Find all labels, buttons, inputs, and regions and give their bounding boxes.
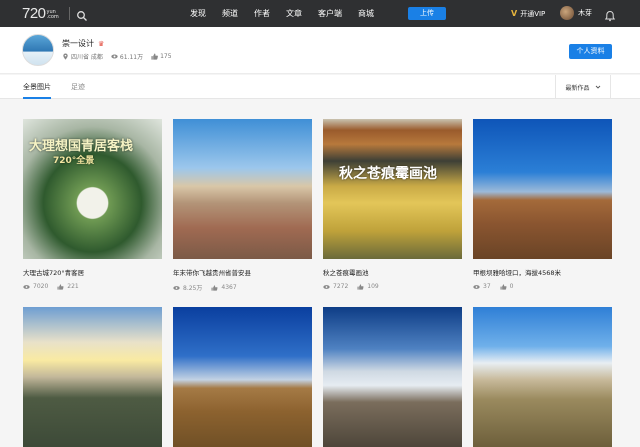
work-likes-count: 221 (67, 283, 79, 290)
work-thumbnail[interactable]: 秋之苍痕霉画池 (323, 119, 462, 259)
work-card[interactable] (173, 307, 312, 447)
work-views-count: 37 (483, 283, 491, 290)
logo-suffix: yun .com (47, 10, 59, 20)
work-card[interactable] (23, 307, 162, 447)
thumbs-up-icon (57, 283, 64, 290)
work-views-count: 7020 (33, 283, 49, 290)
vip-link[interactable]: V 开通VIP (511, 0, 545, 27)
work-thumbnail[interactable]: 大理想国青居客栈 720°全景 (23, 119, 162, 259)
thumbs-up-icon (357, 283, 364, 290)
logo-suffix-com: .com (46, 14, 59, 20)
work-likes-count: 109 (367, 283, 379, 290)
work-thumbnail[interactable] (23, 307, 162, 447)
nav-client[interactable]: 客户端 (318, 0, 342, 27)
sort-dropdown[interactable]: 最新作品 (555, 75, 611, 99)
user-menu[interactable]: 木芽 (560, 6, 592, 20)
thumbnail-caption: 720°全景 (53, 156, 95, 166)
views-count: 61.11万 (119, 54, 144, 61)
work-stats: 8.25万 4367 (173, 283, 312, 292)
nav-articles[interactable]: 文章 (286, 0, 302, 27)
main-nav: 发现 频道 作者 文章 客户端 商城 (190, 0, 390, 27)
profile-header: 崇一设计 ♛ 四川省 成都 61.11万 175 个人资料 (0, 27, 640, 74)
nav-channel[interactable]: 频道 (222, 0, 238, 27)
bell-icon[interactable] (604, 7, 616, 22)
likes-count: 175 (160, 53, 172, 60)
location-pin-icon (63, 53, 68, 60)
work-views-count: 8.25万 (183, 285, 203, 292)
thumbs-up-icon (211, 284, 218, 291)
work-card[interactable]: 秋之苍痕霉画池 秋之苍痕霉画池 7272 109 (323, 119, 462, 290)
chevron-down-icon (595, 85, 600, 89)
work-thumbnail[interactable] (173, 119, 312, 259)
nav-shop[interactable]: 商城 (358, 0, 374, 27)
tab-footprints[interactable]: 足迹 (71, 75, 85, 99)
sort-label: 最新作品 (565, 84, 590, 92)
upload-button[interactable]: 上传 (408, 7, 446, 20)
work-card[interactable]: 年末带你飞越贵州省普安县 8.25万 4367 (173, 119, 312, 292)
work-card[interactable] (473, 307, 612, 447)
eye-icon (173, 285, 180, 290)
work-stats: 7020 221 (23, 283, 162, 290)
profile-location: 四川省 成都 (62, 52, 103, 61)
work-title[interactable]: 秋之苍痕霉画池 (323, 267, 462, 277)
work-likes: 0 (500, 283, 514, 290)
work-stats: 7272 109 (323, 283, 462, 290)
profile-meta: 四川省 成都 61.11万 175 (62, 52, 180, 61)
profile-avatar (22, 34, 54, 66)
work-card[interactable]: 甲根坝雅哈垭口，海拔4568米 37 0 (473, 119, 612, 290)
thumbs-up-icon (500, 283, 507, 290)
work-likes: 109 (357, 283, 379, 290)
work-card[interactable]: 大理想国青居客栈 720°全景 大理古城720°青客居 7020 221 (23, 119, 162, 290)
vip-icon: V (511, 9, 518, 18)
eye-icon (473, 284, 480, 289)
work-views: 7272 (323, 283, 348, 290)
profile-name: 崇一设计 ♛ (62, 38, 104, 49)
crown-icon: ♛ (98, 39, 105, 48)
thumbnail-caption: 大理想国青居客栈 (29, 139, 134, 154)
vip-label: 开通VIP (520, 9, 546, 18)
location-text: 四川省 成都 (71, 54, 103, 61)
user-avatar (560, 6, 574, 20)
eye-icon (323, 284, 330, 289)
tab-panoramas[interactable]: 全景图片 (23, 75, 51, 99)
work-views-count: 7272 (333, 283, 349, 290)
top-nav: 720 yun .com 发现 频道 作者 文章 客户端 商城 上传 V 开通V… (0, 0, 640, 27)
work-title[interactable]: 大理古城720°青客居 (23, 267, 162, 277)
work-title[interactable]: 甲根坝雅哈垭口，海拔4568米 (473, 267, 612, 277)
site-logo[interactable]: 720 yun .com (22, 5, 59, 22)
thumbs-up-icon (151, 53, 159, 60)
nav-discover[interactable]: 发现 (190, 0, 206, 27)
work-likes-count: 0 (509, 283, 514, 290)
profile-name-text: 崇一设计 (62, 39, 94, 48)
work-likes: 221 (57, 283, 79, 290)
work-stats: 37 0 (473, 283, 612, 290)
profile-likes: 175 (151, 53, 172, 60)
logo-number: 720 (22, 5, 46, 22)
work-likes: 4367 (211, 284, 237, 291)
work-views: 37 (473, 283, 491, 290)
eye-icon (23, 284, 30, 289)
work-views: 8.25万 (173, 283, 202, 292)
eye-icon (111, 54, 118, 59)
work-title[interactable]: 年末带你飞越贵州省普安县 (173, 267, 312, 277)
nav-authors[interactable]: 作者 (254, 0, 270, 27)
work-card[interactable] (323, 307, 462, 447)
user-name: 木芽 (578, 9, 592, 17)
work-thumbnail[interactable] (173, 307, 312, 447)
work-thumbnail[interactable] (473, 119, 612, 259)
work-views: 7020 (23, 283, 48, 290)
work-thumbnail[interactable] (323, 307, 462, 447)
work-likes-count: 4367 (221, 284, 237, 291)
profile-info-button[interactable]: 个人资料 (569, 44, 612, 59)
profile-views: 61.11万 (111, 52, 143, 61)
search-icon[interactable] (76, 7, 88, 21)
thumbnail-caption: 秋之苍痕霉画池 (339, 166, 437, 182)
content-tabs: 全景图片 足迹 最新作品 (0, 75, 640, 99)
work-thumbnail[interactable] (473, 307, 612, 447)
nav-divider (69, 7, 70, 20)
